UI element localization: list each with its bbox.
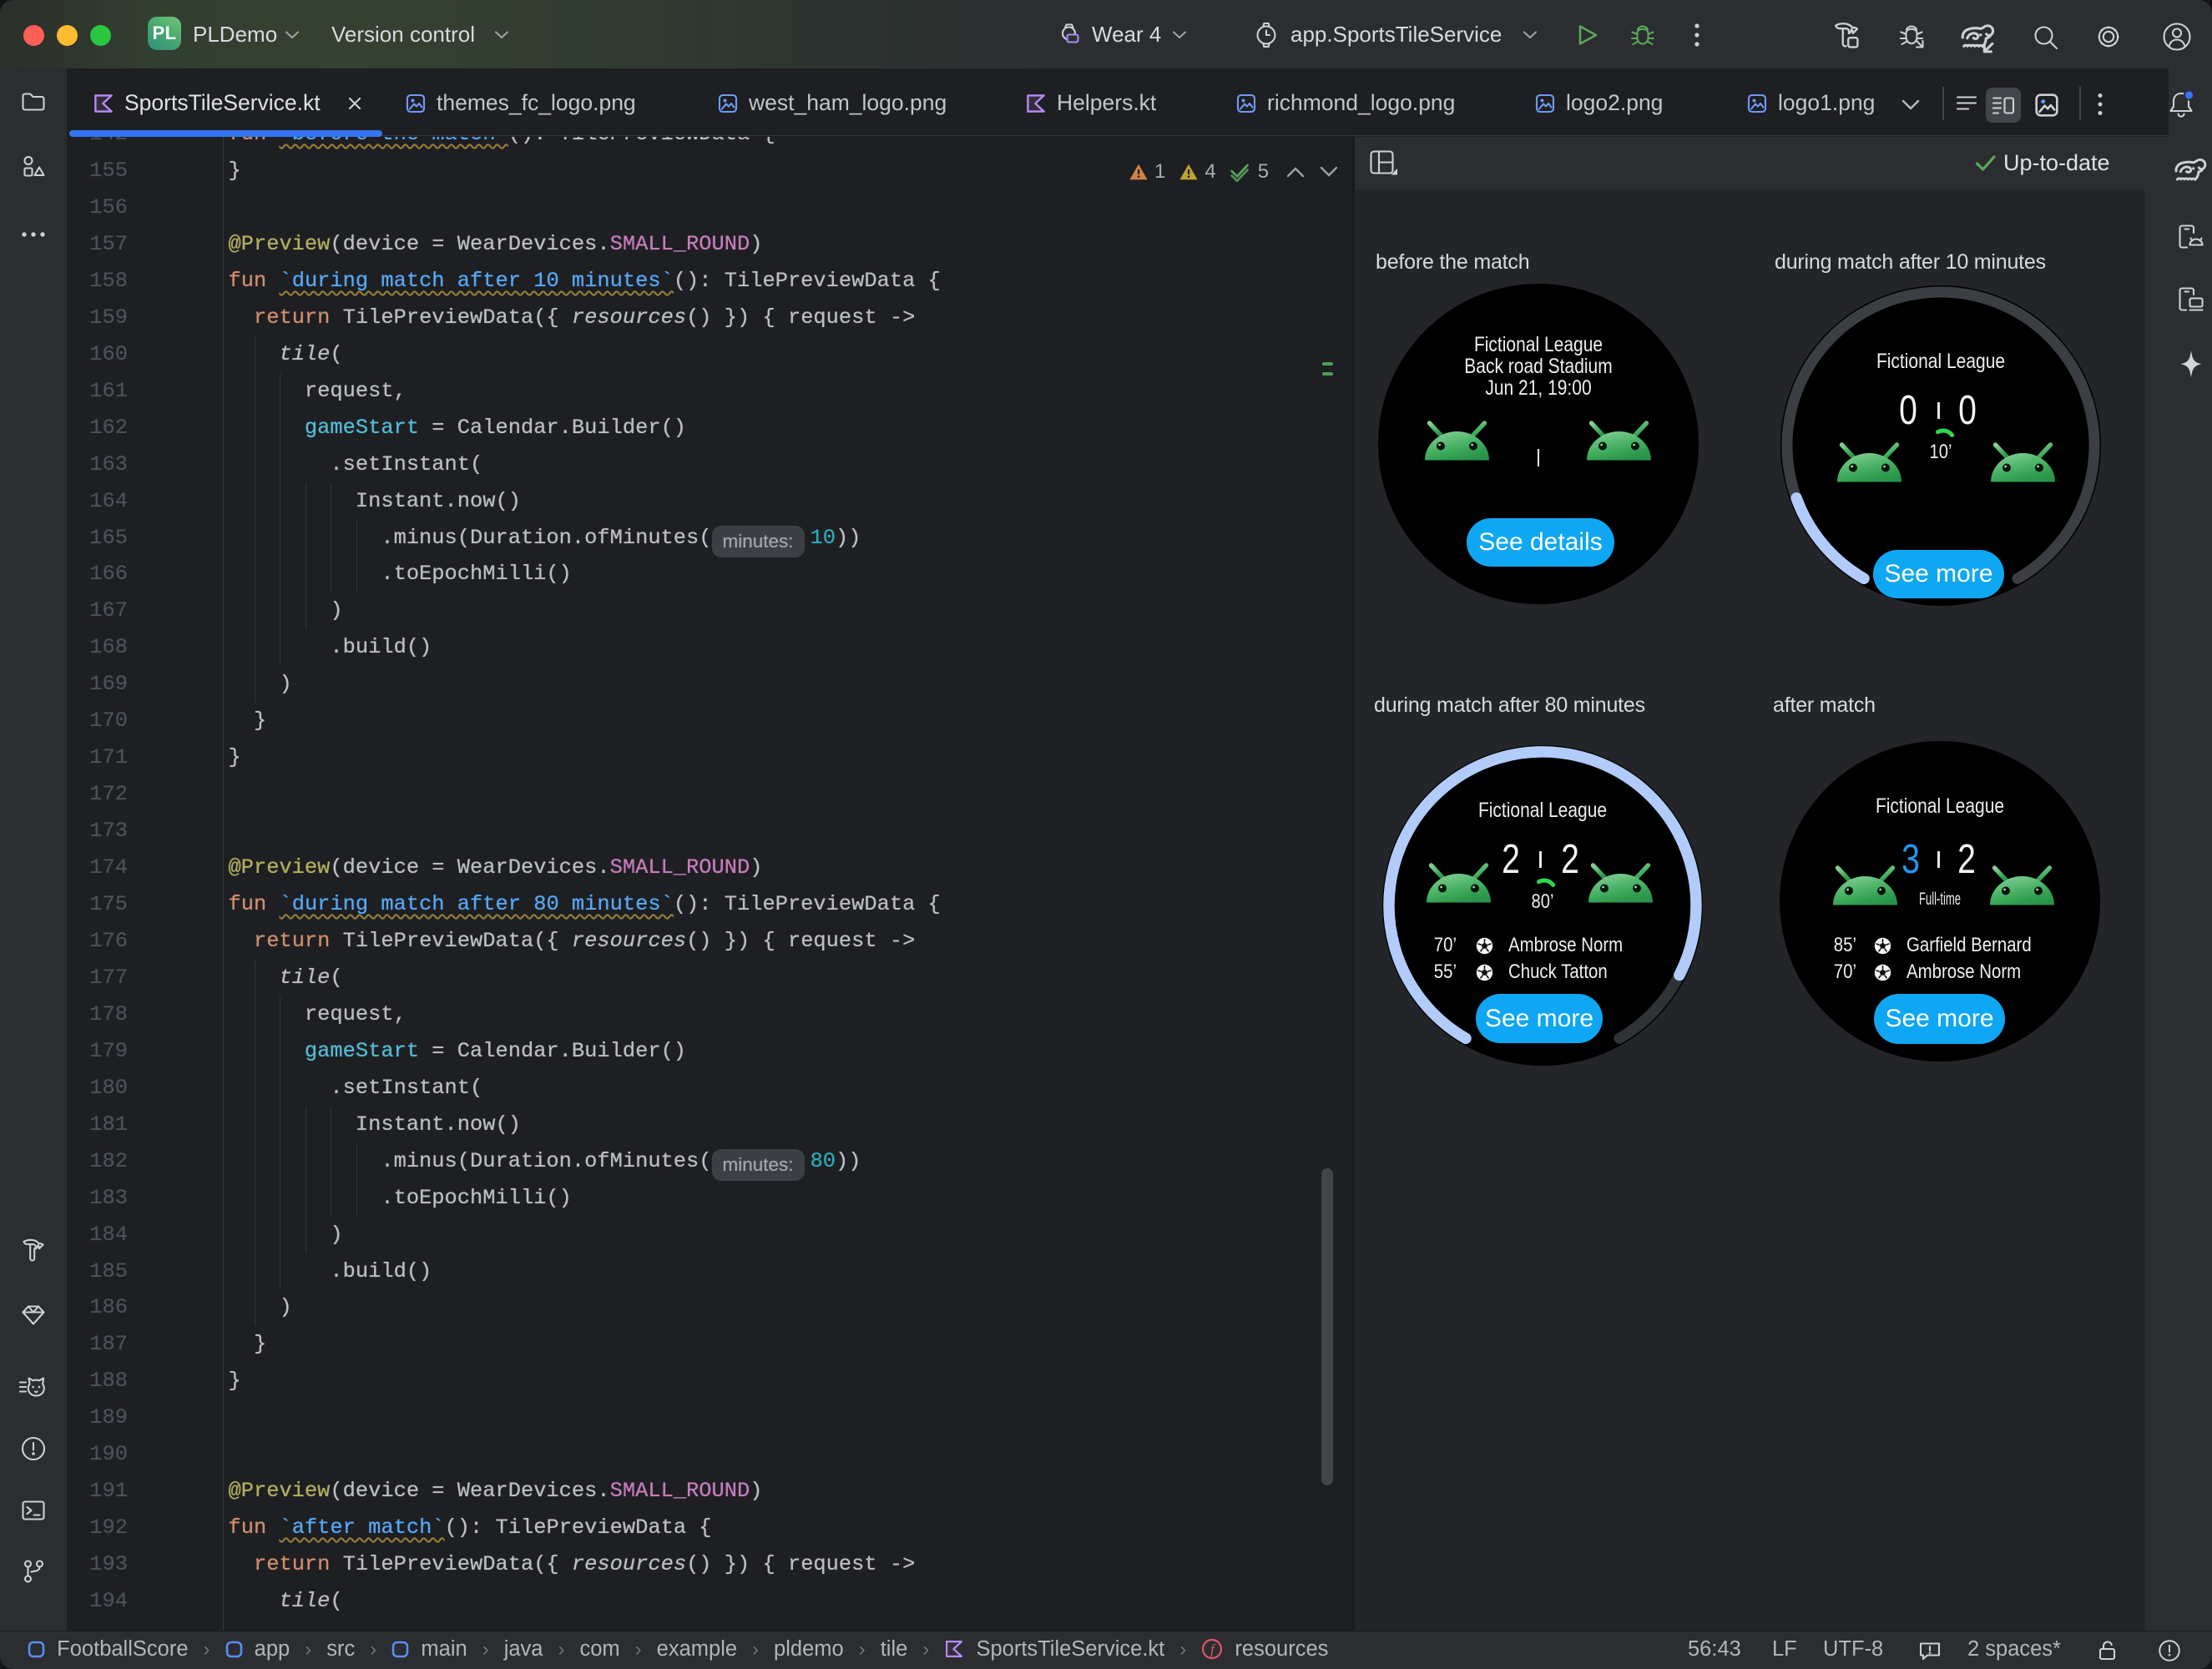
svg-text:f: f [1210, 1641, 1216, 1657]
